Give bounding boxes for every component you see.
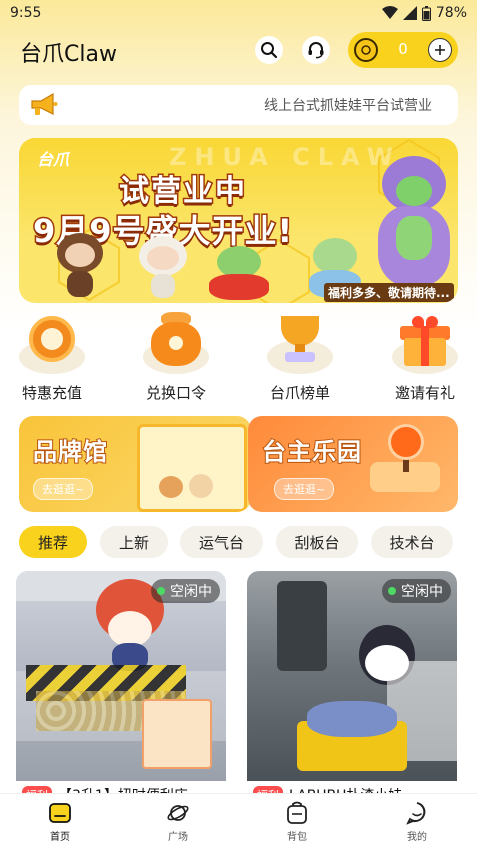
machine-status-badge: 空闲中 [382, 579, 451, 603]
promo-go-button[interactable]: 去逛逛~ [33, 478, 94, 500]
backpack-icon [284, 800, 310, 826]
quick-action-recharge[interactable]: 特惠充值 [7, 310, 97, 403]
claw-machine-illustration [137, 424, 247, 512]
add-coins-button[interactable] [428, 38, 452, 62]
wifi-icon [381, 6, 398, 19]
coin-icon [354, 38, 378, 62]
toy-white-figure [139, 236, 187, 298]
quick-action-label: 台爪榜单 [269, 384, 330, 402]
bear-toy-illustration [159, 476, 183, 498]
coin-count: 0 [398, 40, 408, 58]
status-dot [157, 587, 165, 595]
machine-status-badge: 空闲中 [151, 579, 220, 603]
nav-label: 我的 [407, 832, 427, 843]
announcement-bar[interactable]: 线上台式抓娃娃平台试营业 [19, 85, 458, 125]
megaphone-icon [31, 92, 58, 115]
battery-icon [421, 5, 431, 21]
promo-title: 品牌馆 [32, 437, 108, 467]
tab-skill[interactable]: 技术台 [371, 526, 453, 558]
customer-service-button[interactable] [302, 36, 330, 64]
battery-level: 78% [435, 5, 467, 21]
machine-status: 空闲中 [170, 584, 212, 600]
brand-hall-card[interactable]: 品牌馆 去逛逛~ [19, 416, 251, 512]
promo-go-button[interactable]: 去逛逛~ [274, 478, 335, 500]
planet-icon [165, 800, 191, 826]
quick-action-invite[interactable]: 邀请有礼 [380, 310, 470, 403]
lucky-bag-icon [143, 310, 209, 376]
nav-label: 背包 [287, 832, 307, 843]
host-park-card[interactable]: 台主乐园 去逛逛~ [248, 416, 458, 512]
headset-icon [308, 42, 324, 59]
nav-profile[interactable]: 我的 [387, 800, 447, 843]
coin-badge-icon [19, 310, 85, 376]
plus-icon [435, 45, 445, 55]
tab-recommend[interactable]: 推荐 [19, 526, 87, 558]
nav-square[interactable]: 广场 [148, 800, 208, 843]
quick-action-label: 兑换口令 [145, 384, 206, 402]
banner-tagline: 福利多多、敬请期待... [324, 283, 454, 302]
quick-action-label: 特惠充值 [21, 384, 82, 402]
status-indicators: 78% [381, 5, 467, 21]
machine-status: 空闲中 [401, 584, 443, 600]
status-bar: 9:55 78% [0, 0, 477, 28]
quick-actions: 特惠充值 兑换口令 台爪榜单 邀请有礼 [0, 310, 477, 410]
nav-backpack[interactable]: 背包 [267, 800, 327, 843]
claw-arm-illustration [277, 581, 327, 671]
quick-action-label: 邀请有礼 [394, 384, 455, 402]
product-box-illustration [142, 699, 212, 769]
nav-home[interactable]: 首页 [30, 800, 90, 843]
tab-luck[interactable]: 运气台 [180, 526, 263, 558]
bear-toy-illustration [189, 474, 213, 498]
machine-card[interactable]: 空闲中 福利 【3升1】扭时便利店 [16, 571, 226, 801]
announcement-text: 线上台式抓娃娃平台试营业 [264, 98, 432, 114]
bottom-nav: 首页 广场 背包 我的 [0, 793, 477, 848]
app-header: 台爪Claw 0 [0, 28, 477, 72]
nav-label: 广场 [168, 832, 188, 843]
toy-monster-figure [374, 156, 454, 296]
search-icon [261, 42, 278, 59]
status-time: 9:55 [10, 5, 42, 21]
gift-box-icon [392, 310, 458, 376]
home-icon [47, 800, 73, 826]
promo-banner[interactable]: 台爪 ZHUA CLAW 试营业中 9月9号盛大开业! 福利多多、敬请期待... [19, 138, 458, 303]
quick-action-leaderboard[interactable]: 台爪榜单 [255, 310, 345, 403]
toy-green-red-figure [209, 246, 269, 300]
status-dot [388, 587, 396, 595]
trophy-icon [267, 310, 333, 376]
profile-icon [404, 800, 430, 826]
banner-headline: 试营业中 [118, 173, 247, 211]
banner-logo: 台爪 [37, 150, 70, 169]
machine-card[interactable]: 空闲中 福利 LABUBU扑渣小娃 [247, 571, 457, 801]
category-tabs: 推荐 上新 运气台 刮板台 技术台 [19, 526, 459, 558]
app-title: 台爪Claw [20, 42, 117, 67]
coin-balance[interactable]: 0 [348, 32, 458, 68]
joystick-ball-illustration [388, 424, 424, 460]
signal-icon [402, 6, 417, 20]
search-button[interactable] [255, 36, 283, 64]
nav-label: 首页 [50, 832, 70, 843]
toy-brown-figure [57, 233, 103, 297]
promo-title: 台主乐园 [261, 437, 362, 467]
tab-scraper[interactable]: 刮板台 [276, 526, 358, 558]
tab-new[interactable]: 上新 [100, 526, 168, 558]
plush-pile-illustration [307, 701, 397, 737]
quick-action-redeem[interactable]: 兑换口令 [131, 310, 221, 403]
